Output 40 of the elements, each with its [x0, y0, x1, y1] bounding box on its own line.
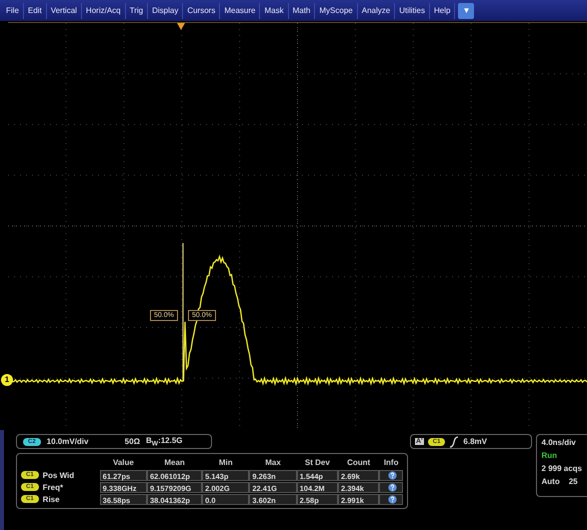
acquisition-state: Run — [542, 451, 558, 460]
menu-item[interactable]: Edit — [24, 2, 47, 18]
menu-item[interactable]: Horiz/Acq — [82, 2, 126, 18]
menu-item[interactable]: Mask — [260, 2, 289, 18]
measurement-name: Pos Wid — [42, 470, 74, 480]
rising-edge-icon — [449, 436, 460, 448]
help-icon[interactable] — [388, 482, 397, 492]
vertical-scale: 10.0mV/div — [46, 437, 90, 446]
column-header: Min — [218, 458, 234, 467]
trigger-mode: Auto — [542, 477, 560, 486]
menu-item[interactable]: Trig — [126, 2, 148, 18]
column-header: Mean — [163, 458, 186, 467]
menu-item[interactable]: Analyze — [358, 2, 396, 18]
menu-item[interactable]: Measure — [220, 2, 260, 18]
column-header: Count — [346, 458, 372, 467]
menu-item[interactable]: MyScope — [315, 2, 358, 18]
help-icon[interactable] — [388, 470, 397, 480]
menu-item[interactable]: Cursors — [183, 2, 220, 18]
menu-item[interactable]: Help — [430, 2, 456, 18]
menu-item[interactable]: Utilities — [395, 2, 430, 18]
horizontal-scale: 4.0ns/div — [542, 438, 577, 447]
measurement-name: Rise — [42, 494, 60, 504]
menu-item[interactable]: Display — [148, 2, 184, 18]
trigger-level: 6.8mV — [463, 437, 487, 446]
impedance: 50Ω — [124, 437, 140, 446]
column-header: Info — [382, 458, 400, 467]
trigger-position-icon — [177, 23, 185, 30]
bandwidth: B$_{W}$:12.5G — [146, 436, 183, 448]
ground-marker: 1 — [1, 374, 13, 386]
menu-item[interactable]: File — [2, 2, 24, 18]
acquisition-count: 2 999 acqs — [542, 464, 582, 473]
record-value: 25 — [568, 477, 578, 486]
help-icon[interactable] — [388, 494, 397, 504]
menu-item[interactable]: Vertical — [46, 2, 82, 18]
column-header: St Dev — [304, 458, 331, 467]
menu-dropdown-button[interactable]: ▼ — [458, 2, 474, 18]
menu-item[interactable]: Math — [288, 2, 316, 18]
column-header: Value — [112, 458, 135, 467]
measurement-name: Freq* — [42, 482, 64, 492]
column-header: Max — [264, 458, 282, 467]
